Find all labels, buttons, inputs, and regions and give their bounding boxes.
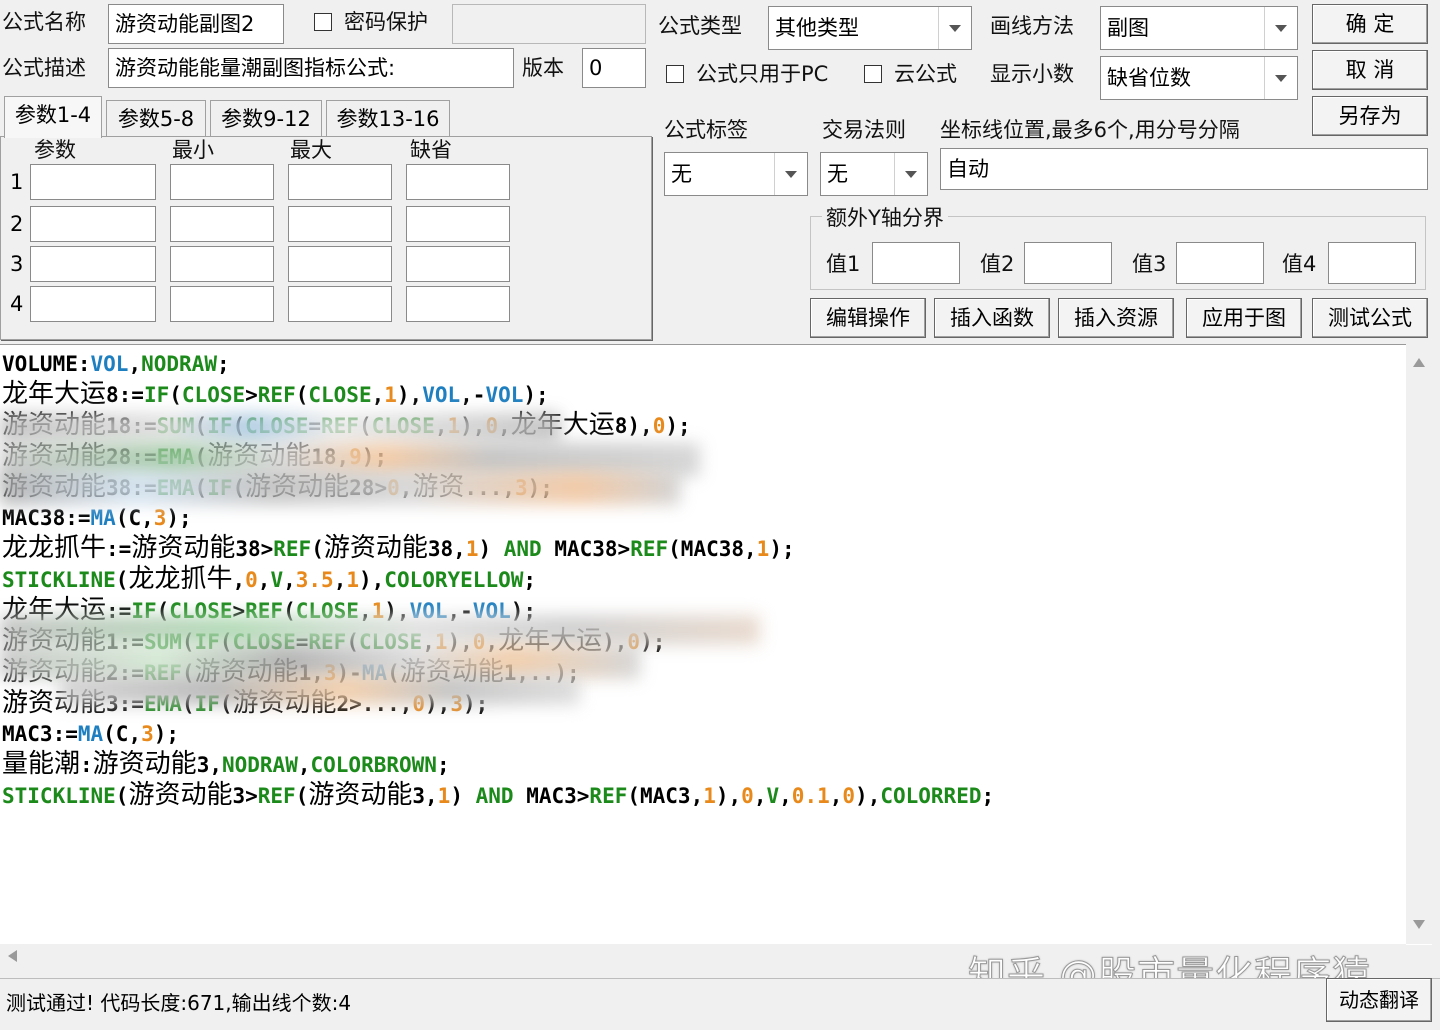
- tab-params-1-4[interactable]: 参数1-4: [4, 96, 102, 138]
- blur-mask: [0, 615, 760, 645]
- param-default-input[interactable]: [406, 206, 510, 242]
- coord-line-label: 坐标线位置,最多6个,用分号分隔: [940, 118, 1240, 142]
- y-value-4-label: 值4: [1282, 252, 1317, 276]
- blur-mask: [0, 471, 680, 505]
- tab-params-9-12[interactable]: 参数9-12: [210, 100, 322, 136]
- formula-tag-value: 无: [671, 162, 692, 186]
- version-input[interactable]: 0: [582, 48, 646, 88]
- cloud-checkbox[interactable]: [864, 65, 882, 83]
- password-checkbox[interactable]: [314, 13, 332, 31]
- param-default-input[interactable]: [406, 164, 510, 200]
- y-value-3-label: 值3: [1132, 252, 1167, 276]
- tab-params-13-16[interactable]: 参数13-16: [326, 100, 450, 136]
- draw-method-label: 画线方法: [990, 14, 1074, 38]
- code-editor[interactable]: VOLUME:VOL,NODRAW; 龙年大运8:=IF(CLOSE>REF(C…: [0, 344, 1432, 945]
- formula-desc-input[interactable]: 游资动能能量潮副图指标公式:: [108, 48, 514, 88]
- ok-button[interactable]: 确 定: [1312, 4, 1428, 44]
- y-value-4-input[interactable]: [1328, 242, 1416, 284]
- formula-desc-label: 公式描述: [2, 56, 86, 80]
- pc-only-checkbox[interactable]: [666, 65, 684, 83]
- decimal-value: 缺省位数: [1107, 66, 1191, 90]
- formula-name-label: 公式名称: [2, 10, 86, 34]
- param-row-number: 2: [10, 212, 24, 236]
- param-name-input[interactable]: [30, 164, 156, 200]
- chevron-down-icon[interactable]: [894, 153, 927, 195]
- chevron-down-icon[interactable]: [1264, 7, 1297, 49]
- scroll-down-icon[interactable]: [1413, 920, 1425, 929]
- y-value-2-label: 值2: [980, 252, 1015, 276]
- apply-to-chart-button[interactable]: 应用于图: [1186, 298, 1302, 338]
- param-row-number: 3: [10, 252, 24, 276]
- param-max-input[interactable]: [288, 246, 392, 282]
- param-row-number: 1: [10, 170, 24, 194]
- trade-rule-select[interactable]: 无: [820, 152, 928, 196]
- param-default-input[interactable]: [406, 246, 510, 282]
- tab-params-5-8[interactable]: 参数5-8: [106, 100, 206, 136]
- param-min-input[interactable]: [170, 206, 274, 242]
- test-formula-button[interactable]: 测试公式: [1312, 298, 1428, 338]
- password-input[interactable]: [452, 4, 646, 44]
- formula-type-label: 公式类型: [658, 14, 742, 38]
- param-name-input[interactable]: [30, 206, 156, 242]
- y-value-1-label: 值1: [826, 252, 861, 276]
- edit-ops-button[interactable]: 编辑操作: [810, 298, 926, 338]
- save-as-button[interactable]: 另存为: [1312, 96, 1428, 136]
- y-axis-group-title: 额外Y轴分界: [822, 204, 948, 232]
- param-min-input[interactable]: [170, 246, 274, 282]
- y-value-3-input[interactable]: [1176, 242, 1264, 284]
- param-row-number: 4: [10, 292, 24, 316]
- insert-function-button[interactable]: 插入函数: [934, 298, 1050, 338]
- formula-tag-label: 公式标签: [664, 118, 748, 142]
- scroll-up-icon[interactable]: [1413, 358, 1425, 367]
- trade-rule-label: 交易法则: [822, 118, 906, 142]
- y-value-1-input[interactable]: [872, 242, 960, 284]
- blur-mask: [0, 645, 640, 679]
- formula-tag-select[interactable]: 无: [664, 152, 808, 196]
- insert-resource-button[interactable]: 插入资源: [1058, 298, 1174, 338]
- draw-method-select[interactable]: 副图: [1100, 6, 1298, 50]
- formula-name-input[interactable]: 游资动能副图2: [108, 4, 284, 44]
- chevron-down-icon[interactable]: [774, 153, 807, 195]
- blur-mask: [0, 413, 560, 443]
- version-label: 版本: [522, 56, 564, 80]
- dynamic-translate-button[interactable]: 动态翻译: [1326, 978, 1432, 1022]
- status-text: 测试通过! 代码长度:671,输出线个数:4: [6, 991, 352, 1015]
- vertical-scrollbar[interactable]: [1406, 344, 1432, 944]
- decimal-select[interactable]: 缺省位数: [1100, 56, 1298, 100]
- coord-line-input[interactable]: 自动: [940, 148, 1428, 190]
- param-header-name: 参数: [34, 138, 76, 162]
- formula-type-select[interactable]: 其他类型: [768, 6, 972, 50]
- param-default-input[interactable]: [406, 286, 510, 322]
- param-min-input[interactable]: [170, 164, 274, 200]
- param-header-min: 最小: [172, 138, 214, 162]
- param-header-max: 最大: [290, 138, 332, 162]
- password-label: 密码保护: [344, 10, 428, 34]
- scroll-left-icon[interactable]: [8, 950, 17, 962]
- status-bar: 测试通过! 代码长度:671,输出线个数:4: [0, 978, 1440, 1030]
- blur-mask: [60, 675, 580, 705]
- cloud-label: 云公式: [894, 62, 957, 86]
- chevron-down-icon[interactable]: [938, 7, 971, 49]
- trade-rule-value: 无: [827, 162, 848, 186]
- param-max-input[interactable]: [288, 286, 392, 322]
- param-min-input[interactable]: [170, 286, 274, 322]
- param-max-input[interactable]: [288, 164, 392, 200]
- y-value-2-input[interactable]: [1024, 242, 1112, 284]
- cancel-button[interactable]: 取 消: [1312, 50, 1428, 90]
- param-name-input[interactable]: [30, 246, 156, 282]
- param-max-input[interactable]: [288, 206, 392, 242]
- param-header-default: 缺省: [410, 138, 452, 162]
- draw-method-value: 副图: [1107, 16, 1149, 40]
- decimal-label: 显示小数: [990, 62, 1074, 86]
- chevron-down-icon[interactable]: [1264, 57, 1297, 99]
- param-name-input[interactable]: [30, 286, 156, 322]
- pc-only-label: 公式只用于PC: [696, 62, 829, 86]
- formula-type-value: 其他类型: [775, 16, 859, 40]
